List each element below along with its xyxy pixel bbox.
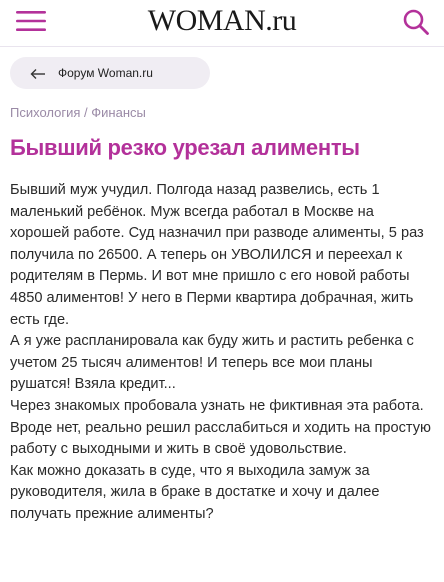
- hamburger-menu-icon[interactable]: [16, 10, 46, 32]
- post-body: Бывший муж учудил. Полгода назад развели…: [10, 180, 434, 526]
- post-paragraph: Как можно доказать в суде, что я выходил…: [10, 462, 380, 522]
- breadcrumb: Психология / Финансы: [10, 105, 146, 120]
- breadcrumb-category[interactable]: Психология: [10, 105, 80, 120]
- forum-link-label: Форум Woman.ru: [58, 66, 153, 80]
- breadcrumb-subcategory[interactable]: Финансы: [91, 105, 146, 120]
- post-title: Бывший резко урезал алименты: [10, 135, 360, 160]
- breadcrumb-separator: /: [80, 105, 92, 120]
- post-paragraph: Через знакомых пробовала узнать не фикти…: [10, 397, 431, 458]
- site-header: WOMAN.ru: [0, 0, 444, 47]
- post-paragraph: Бывший муж учудил. Полгода назад развели…: [10, 182, 424, 328]
- post-paragraph: А я уже распланировала как буду жить и р…: [10, 333, 414, 393]
- arrow-left-icon: [30, 67, 46, 79]
- forum-back-link[interactable]: Форум Woman.ru: [10, 57, 210, 89]
- search-icon[interactable]: [402, 8, 430, 36]
- site-logo[interactable]: WOMAN.ru: [140, 4, 304, 38]
